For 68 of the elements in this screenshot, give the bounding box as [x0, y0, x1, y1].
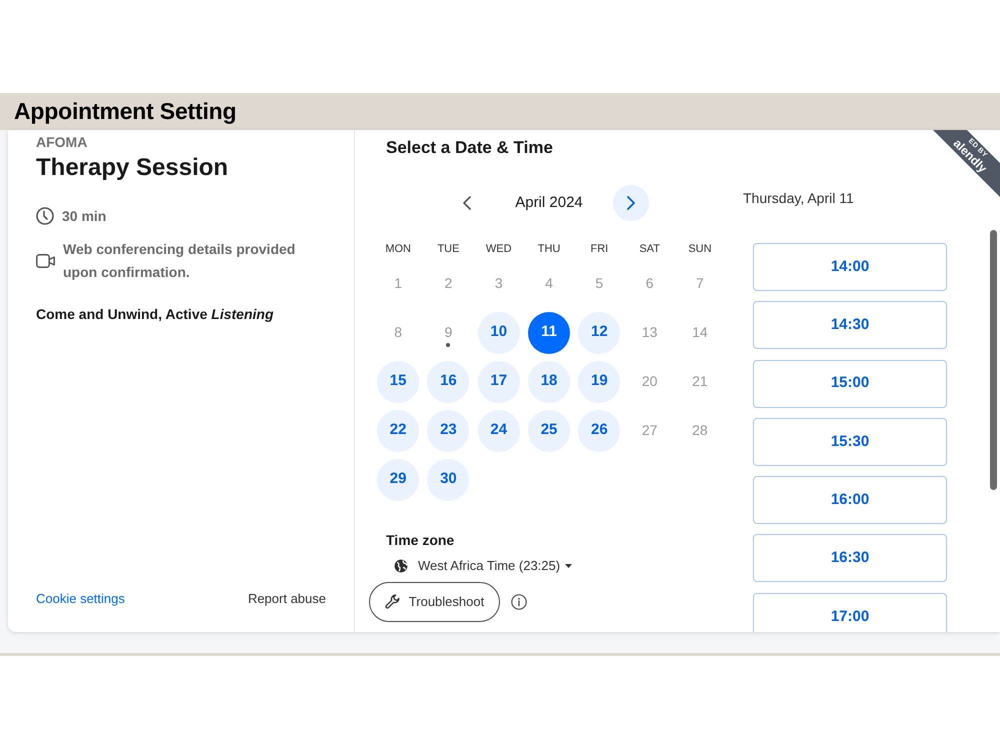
time-slot-button[interactable]: 15:30 — [753, 418, 947, 466]
duration-text: 30 min — [62, 207, 106, 226]
chevron-right-icon — [626, 196, 635, 210]
event-title: Therapy Session — [36, 154, 230, 182]
date-button[interactable]: 23 — [427, 410, 470, 452]
scrollbar-thumb[interactable] — [990, 230, 997, 490]
clock-icon — [36, 207, 54, 225]
day-number: 20 — [640, 372, 658, 391]
date-button[interactable]: 22 — [377, 410, 420, 452]
date-button[interactable]: 25 — [528, 410, 570, 452]
time-slot-button[interactable]: 16:00 — [753, 476, 947, 524]
day-number: 3 — [494, 274, 504, 293]
next-month-button[interactable] — [612, 185, 649, 221]
info-icon — [511, 594, 527, 610]
date-button[interactable]: 18 — [528, 360, 570, 402]
timezone-dropdown[interactable]: West Africa Time (23:25) — [393, 556, 572, 576]
location-text: Web conferencing details provided upon confirmation. — [63, 240, 296, 282]
day-number: 8 — [393, 323, 404, 342]
date-button[interactable]: 30 — [427, 458, 470, 500]
time-slot-button[interactable]: 16:30 — [753, 534, 947, 582]
day-number: 14 — [691, 323, 709, 342]
date-button[interactable]: 19 — [578, 360, 620, 402]
chevron-left-icon — [463, 196, 472, 210]
date-button[interactable]: 29 — [377, 458, 420, 500]
organizer-name: AFOMA — [36, 134, 88, 150]
footer-link[interactable]: Report abuse — [248, 588, 326, 608]
day-number: 6 — [644, 274, 655, 293]
weekday-label: WED — [486, 242, 512, 257]
date-button[interactable]: 16 — [427, 360, 470, 402]
date-button[interactable]: 12 — [578, 312, 620, 354]
event-description: Come and Unwind, Active Listening — [36, 305, 275, 324]
day-number: 5 — [594, 274, 604, 293]
time-slot-button[interactable]: 14:30 — [753, 301, 947, 350]
caret-down-icon — [565, 564, 572, 568]
weekday-label: SUN — [688, 242, 712, 257]
section-heading: Select a Date & Time — [386, 137, 553, 159]
day-number: 1 — [393, 274, 404, 293]
date-button[interactable]: 10 — [478, 312, 520, 354]
time-slot-button[interactable]: 17:00 — [753, 592, 947, 632]
day-number: 2 — [444, 274, 454, 293]
day-number: 9 — [427, 312, 470, 354]
video-camera-icon — [36, 254, 55, 268]
footer-link[interactable]: Cookie settings — [36, 588, 125, 608]
day-number: 7 — [695, 274, 705, 293]
weekday-label: TUE — [437, 242, 460, 257]
time-slot-button[interactable]: 15:00 — [753, 360, 947, 408]
day-number: 4 — [544, 274, 554, 293]
page-title: Appointment Setting — [14, 100, 236, 123]
weekday-label: SAT — [639, 242, 660, 257]
troubleshoot-button[interactable]: Troubleshoot — [369, 582, 500, 622]
date-button[interactable]: 15 — [377, 360, 420, 402]
day-number: 13 — [640, 323, 658, 342]
time-slot-button[interactable]: 14:00 — [753, 243, 947, 291]
month-label: April 2024 — [515, 193, 583, 213]
weekday-label: MON — [385, 242, 411, 257]
globe-icon — [394, 559, 408, 573]
day-number: 28 — [691, 421, 709, 440]
date-button[interactable]: 17 — [478, 360, 520, 402]
date-button[interactable]: 26 — [578, 410, 620, 452]
weekday-label: FRI — [590, 242, 608, 257]
wrench-icon — [384, 594, 401, 610]
day-number: 21 — [691, 372, 709, 391]
date-button[interactable]: 11 — [528, 312, 570, 354]
selected-date-label: Thursday, April 11 — [743, 189, 855, 207]
day-number: 27 — [640, 421, 658, 440]
date-button[interactable]: 24 — [478, 410, 520, 452]
timezone-label: Time zone — [386, 531, 454, 550]
weekday-label: THU — [538, 242, 560, 257]
